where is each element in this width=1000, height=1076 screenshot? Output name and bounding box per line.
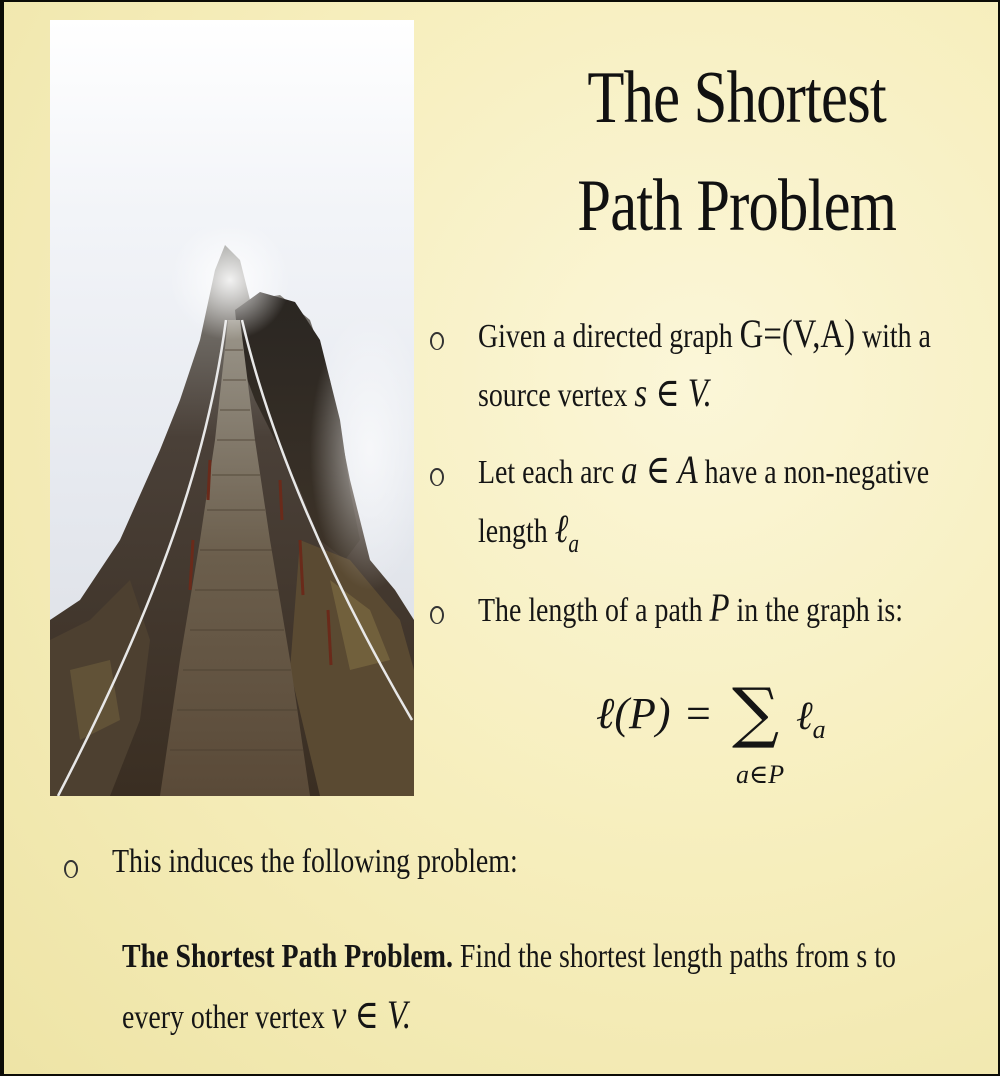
formula-equals: = (686, 689, 711, 738)
bullet-path-math: P (709, 585, 730, 630)
bullet-marker-icon (430, 606, 444, 624)
definition-line2-math: v ∈ V. (331, 992, 412, 1037)
bullet-graph-text-end: with a (855, 318, 931, 355)
bullet-graph-math: G=(V,A) (739, 311, 856, 356)
bullet-arc-length: Let each arc a ∈ A have a non-negative l… (478, 442, 929, 572)
bullet-graph-line2: source vertex (478, 377, 635, 414)
definition-heading: The Shortest Path Problem. (122, 938, 453, 975)
formula-sum-index: a∈P (736, 760, 785, 789)
bullet-graph-line2-math: s ∈ V. (634, 370, 712, 415)
bullet-path-text-end: in the graph is: (729, 592, 903, 629)
definition-line2: every other vertex (122, 999, 332, 1036)
bullet-arc-text: Let each arc (478, 454, 622, 491)
bullet-arc-line2-sub: a (568, 529, 579, 558)
bullet-arc-line2-math: ℓ (554, 506, 569, 551)
problem-definition: The Shortest Path Problem. Find the shor… (122, 928, 967, 1047)
bullet-arc-line2: length (478, 513, 555, 550)
slide: The Shortest Path Problem Given a direct… (4, 2, 998, 1074)
title-line-1: The Shortest (587, 57, 886, 139)
definition-text: Find the shortest length paths from s to (452, 938, 896, 975)
formula-term: ℓa (796, 692, 826, 745)
bullet-marker-icon (430, 332, 444, 350)
bullet-induces-text: This induces the following problem: (112, 843, 518, 880)
bullet-graph-text: Given a directed graph (478, 318, 740, 355)
bullet-graph: Given a directed graph G=(V,A) with a so… (478, 306, 931, 424)
bullet-arc-math: a ∈ A (621, 447, 698, 492)
bullet-marker-icon (64, 860, 78, 878)
formula-term-sub: a (812, 715, 826, 744)
formula-lhs: ℓ(P) (596, 689, 671, 738)
bullet-marker-icon (430, 468, 444, 486)
slide-title: The Shortest Path Problem (491, 44, 983, 260)
mountain-path-photo (50, 20, 414, 796)
bullet-path-length: The length of a path P in the graph is: (478, 580, 903, 639)
bullet-induces: This induces the following problem: (112, 834, 518, 890)
bullet-path-text: The length of a path (478, 592, 710, 629)
path-length-formula: ℓ(P) = ∑ ℓa a∈P (596, 674, 856, 798)
sum-symbol: ∑ (732, 674, 780, 751)
title-line-2: Path Problem (577, 165, 897, 247)
bullet-arc-text-end: have a non-negative (697, 454, 930, 491)
formula-term-ell: ℓ (796, 693, 813, 738)
